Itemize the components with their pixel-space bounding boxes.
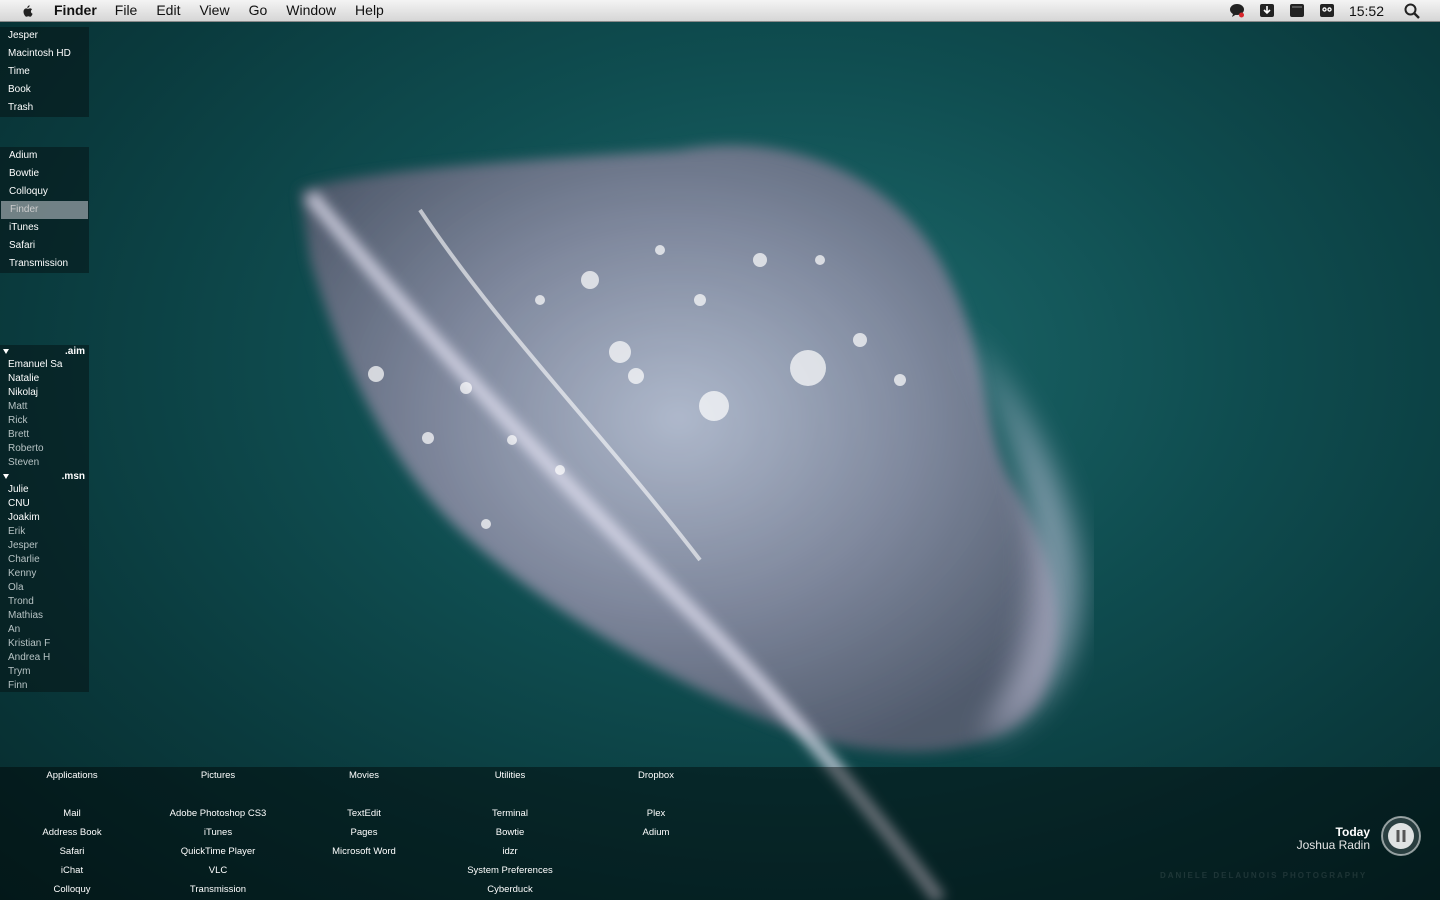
shelf-item[interactable]: Transmission <box>145 880 291 899</box>
shelf-item[interactable]: Adium <box>583 823 729 842</box>
menu-clock[interactable]: 15:52 <box>1349 3 1384 19</box>
buddy-group-header[interactable]: .msn <box>0 470 89 483</box>
buddy-item[interactable]: Charlie <box>0 553 89 567</box>
shelf-item[interactable]: Cyberduck <box>437 880 583 899</box>
disclosure-triangle-icon[interactable] <box>3 474 9 479</box>
app-item[interactable]: Safari <box>0 237 89 255</box>
place-item[interactable]: Jesper <box>0 27 89 45</box>
shelf-item[interactable]: Mail <box>0 804 145 823</box>
running-apps-panel: Adium Bowtie Colloquy Finder iTunes Safa… <box>0 147 89 273</box>
buddy-item[interactable]: Finn <box>0 679 89 693</box>
shelf-heading[interactable]: Dropbox <box>583 770 729 781</box>
buddy-list-panel: .aim Emanuel Sa Natalie Nikolaj Matt Ric… <box>0 345 89 692</box>
shelf-item[interactable]: Safari <box>0 842 145 861</box>
now-playing-artist: Joshua Radin <box>1296 838 1370 852</box>
menu-file[interactable]: File <box>115 0 138 21</box>
place-item[interactable]: Time <box>0 63 89 81</box>
app-item[interactable]: Bowtie <box>0 165 89 183</box>
menu-window[interactable]: Window <box>286 0 336 21</box>
download-icon[interactable] <box>1259 3 1275 18</box>
app-item[interactable]: Transmission <box>0 255 89 273</box>
buddy-group-name: .aim <box>64 346 85 357</box>
buddy-item[interactable]: Jesper <box>0 539 89 553</box>
buddy-item[interactable]: Matt <box>0 400 89 414</box>
buddy-item[interactable]: CNU <box>0 497 89 511</box>
shelf-heading[interactable]: Utilities <box>437 770 583 781</box>
menu-help[interactable]: Help <box>355 0 384 21</box>
app-item[interactable]: iTunes <box>0 219 89 237</box>
menu-app-finder[interactable]: Finder <box>54 0 97 21</box>
place-item[interactable]: Trash <box>0 99 89 117</box>
shelf-item[interactable]: iChat <box>0 861 145 880</box>
shelf-item[interactable]: QuickTime Player <box>145 842 291 861</box>
shelf-item[interactable]: Address Book <box>0 823 145 842</box>
app-item[interactable]: Adium <box>0 147 89 165</box>
shelf-item[interactable]: Colloquy <box>0 880 145 899</box>
shelf-item[interactable]: System Preferences <box>437 861 583 880</box>
chat-bubble-icon[interactable] <box>1229 3 1245 18</box>
buddy-item[interactable]: Steven <box>0 456 89 470</box>
shelf-item[interactable]: TextEdit <box>291 804 437 823</box>
desktop-wallpaper <box>300 145 1082 900</box>
menu-bar: Finder File Edit View Go Window Help 15:… <box>0 0 1440 22</box>
shelf-item[interactable]: VLC <box>145 861 291 880</box>
shelf-item[interactable]: Plex <box>583 804 729 823</box>
buddy-item[interactable]: Natalie <box>0 372 89 386</box>
buddy-item[interactable]: Ola <box>0 581 89 595</box>
buddy-item[interactable]: An <box>0 623 89 637</box>
menu-view[interactable]: View <box>199 0 229 21</box>
menu-edit[interactable]: Edit <box>156 0 180 21</box>
menu-go[interactable]: Go <box>249 0 268 21</box>
owl-icon[interactable] <box>1319 3 1335 18</box>
buddy-item[interactable]: Trym <box>0 665 89 679</box>
app-item-selected[interactable]: Finder <box>1 201 88 219</box>
buddy-item[interactable]: Rick <box>0 414 89 428</box>
buddy-item[interactable]: Kenny <box>0 567 89 581</box>
shelf-item[interactable]: Microsoft Word <box>291 842 437 861</box>
buddy-item[interactable]: Erik <box>0 525 89 539</box>
app-item[interactable]: Colloquy <box>0 183 89 201</box>
buddy-item[interactable]: Kristian F <box>0 637 89 651</box>
shelf-item[interactable]: Pages <box>291 823 437 842</box>
places-panel: Jesper Macintosh HD Time Book Trash <box>0 27 89 117</box>
buddy-item[interactable]: Nikolaj <box>0 386 89 400</box>
buddy-item[interactable]: Mathias <box>0 609 89 623</box>
launcher-shelf: Applications Mail Address Book Safari iC… <box>0 767 1440 900</box>
shelf-item[interactable]: Adobe Photoshop CS3 <box>145 804 291 823</box>
buddy-item[interactable]: Julie <box>0 483 89 497</box>
buddy-group-name: .msn <box>61 471 85 482</box>
buddy-item[interactable]: Andrea H <box>0 651 89 665</box>
disclosure-triangle-icon[interactable] <box>3 349 9 354</box>
buddy-item[interactable]: Roberto <box>0 442 89 456</box>
apple-icon[interactable] <box>20 4 34 18</box>
shelf-item[interactable]: idzr <box>437 842 583 861</box>
now-playing: Today Joshua Radin <box>1297 826 1370 852</box>
buddy-item[interactable]: Emanuel Sa <box>0 358 89 372</box>
shelf-item[interactable]: Bowtie <box>437 823 583 842</box>
shelf-heading[interactable]: Pictures <box>145 770 291 781</box>
shelf-item[interactable]: iTunes <box>145 823 291 842</box>
shelf-heading[interactable]: Applications <box>0 770 145 781</box>
buddy-group-header[interactable]: .aim <box>0 345 89 358</box>
place-item[interactable]: Macintosh HD <box>0 45 89 63</box>
shelf-item[interactable]: Terminal <box>437 804 583 823</box>
menu-extras: 15:52 <box>1229 3 1440 19</box>
pause-button[interactable] <box>1380 815 1422 857</box>
buddy-item[interactable]: Joakim <box>0 511 89 525</box>
buddy-item[interactable]: Brett <box>0 428 89 442</box>
photographer-watermark: DANIELE DELAUNOIS PHOTOGRAPHY <box>1160 871 1368 880</box>
window-icon[interactable] <box>1289 3 1305 18</box>
buddy-item[interactable]: Trond <box>0 595 89 609</box>
place-item[interactable]: Book <box>0 81 89 99</box>
search-icon[interactable] <box>1404 3 1420 19</box>
shelf-heading[interactable]: Movies <box>291 770 437 781</box>
